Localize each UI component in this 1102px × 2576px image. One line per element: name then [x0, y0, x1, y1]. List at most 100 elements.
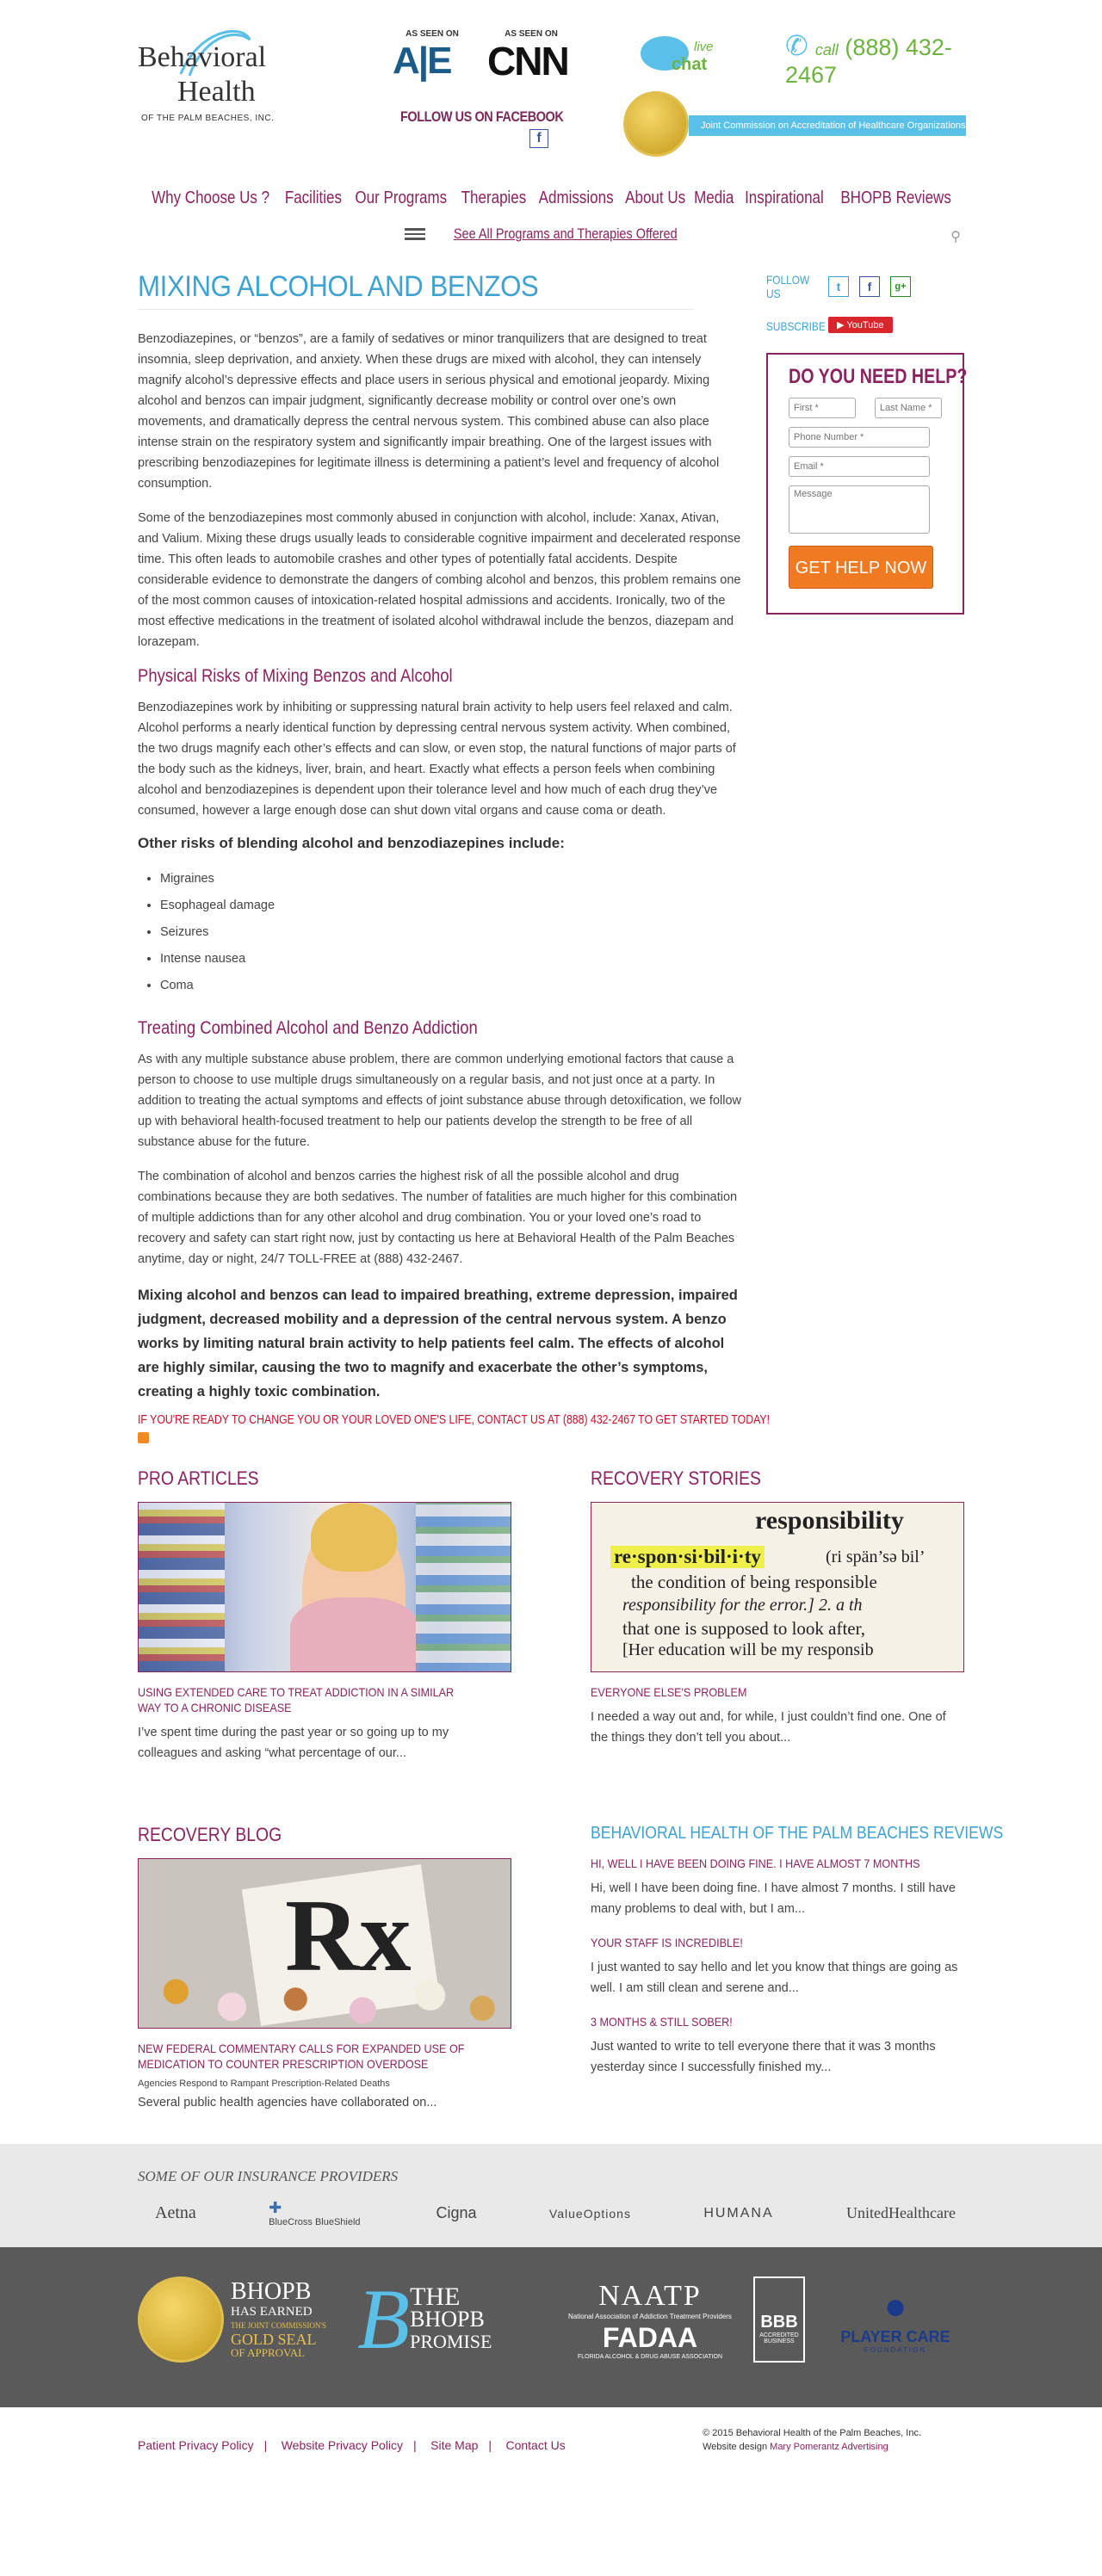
cnn-logo: CNN — [487, 39, 570, 83]
subscribe-label: SUBSCRIBE — [766, 319, 826, 333]
bbb-logo: BBB — [760, 2313, 798, 2332]
phone-field[interactable] — [789, 427, 930, 448]
dictionary-pronunciation: (ri spän’sə bil’ — [826, 1547, 926, 1566]
message-field[interactable] — [789, 485, 930, 534]
nav-bhopb-reviews[interactable]: BHOPB Reviews — [840, 188, 950, 208]
nav-our-programs[interactable]: Our Programs — [355, 188, 447, 208]
nav-therapies[interactable]: Therapies — [461, 188, 526, 208]
pro-articles-section: PRO ARTICLES USING EXTENDED CARE TO TREA… — [138, 1467, 511, 1764]
recovery-story-image[interactable]: responsibility re·spon·si·bil·i·ty (ri s… — [591, 1502, 964, 1672]
player-care-logo[interactable]: ● PLAYER CARE FOUNDATION — [826, 2285, 964, 2354]
risks-list: Migraines Esophageal damage Seizures Int… — [160, 866, 742, 999]
nav-about-us[interactable]: About Us — [625, 188, 685, 208]
pro-article-title-link[interactable]: USING EXTENDED CARE TO TREAT ADDICTION I… — [138, 1684, 474, 1715]
footer-link-website-privacy[interactable]: Website Privacy Policy — [282, 2438, 403, 2452]
nav-media[interactable]: Media — [694, 188, 734, 208]
review-text: I just wanted to say hello and let you k… — [591, 1961, 958, 1995]
phone-number[interactable]: ✆ call (888) 432-2467 — [785, 29, 964, 89]
gold-seal-award[interactable]: BHOPB HAS EARNED THE JOINT COMMISSION'S … — [138, 2276, 336, 2363]
copyright-text: © 2015 Behavioral Health of the Palm Bea… — [703, 2428, 921, 2438]
list-item: Coma — [160, 973, 742, 999]
first-name-field[interactable] — [789, 398, 856, 418]
facebook-icon[interactable]: f — [859, 276, 880, 297]
review-title-link[interactable]: 3 MONTHS & STILL SOBER! — [591, 2014, 927, 2029]
blog-title-link[interactable]: NEW FEDERAL COMMENTARY CALLS FOR EXPANDE… — [138, 2041, 474, 2072]
youtube-button[interactable]: ▶ YouTube — [828, 316, 893, 333]
review-title-link[interactable]: HI, WELL I HAVE BEEN DOING FINE. I HAVE … — [591, 1856, 927, 1871]
nav-admissions[interactable]: Admissions — [538, 188, 613, 208]
rss-icon[interactable] — [138, 1432, 149, 1443]
fadaa-subtitle: FLORIDA ALCOHOL & DRUG ABUSE ASSOCIATION — [577, 2353, 723, 2360]
unitedhealthcare-logo: UnitedHealthcare — [846, 2204, 956, 2221]
recovery-blog-image[interactable]: Rx — [138, 1858, 511, 2029]
design-prefix: Website design — [703, 2442, 768, 2452]
footer-link-contact-us[interactable]: Contact Us — [505, 2438, 565, 2452]
bhopb-label: BHOPB — [231, 2278, 312, 2305]
recovery-story-title-link[interactable]: EVERYONE ELSE'S PROBLEM — [591, 1684, 927, 1700]
call-label: call — [814, 41, 839, 59]
see-all-programs-link[interactable]: See All Programs and Therapies Offered — [454, 215, 678, 253]
twitter-icon[interactable]: t — [828, 276, 849, 297]
article-paragraph: The combination of alcohol and benzos ca… — [138, 1170, 738, 1266]
live-chat-button[interactable]: live chat — [637, 34, 732, 83]
section-heading: RECOVERY BLOG — [138, 1824, 282, 1845]
email-field[interactable] — [789, 456, 930, 477]
search-icon[interactable]: ⚲ — [950, 219, 961, 256]
review-title-link[interactable]: YOUR STAFF IS INCREDIBLE! — [591, 1935, 927, 1950]
article-paragraph: Benzodiazepines, or “benzos”, are a fami… — [138, 332, 720, 491]
get-help-now-button[interactable]: GET HELP NOW — [789, 546, 933, 589]
programs-bar: See All Programs and Therapies Offered ⚲ — [138, 215, 964, 253]
player-figure-icon: ● — [883, 2285, 907, 2327]
promise-b-logo: B — [357, 2271, 411, 2367]
gold-seal-icon — [138, 2276, 224, 2363]
nav-inspirational[interactable]: Inspirational — [745, 188, 824, 208]
hamburger-icon[interactable] — [405, 228, 426, 240]
contact-cta-link[interactable]: IF YOU'RE READY TO CHANGE YOU OR YOUR LO… — [138, 1412, 770, 1427]
nav-why-choose-us[interactable]: Why Choose Us ? — [152, 188, 269, 208]
main-nav: Why Choose Us ? Facilities Our Programs … — [138, 181, 964, 215]
follow-us-label: FOLLOW US — [766, 273, 810, 300]
google-plus-icon[interactable]: g+ — [890, 276, 911, 297]
recovery-story-excerpt: I needed a way out and, for while, I jus… — [591, 1710, 946, 1745]
list-item: Esophageal damage — [160, 893, 742, 919]
section-heading: PRO ARTICLES — [138, 1467, 259, 1489]
dictionary-entry: re·spon·si·bil·i·ty — [610, 1546, 765, 1568]
player-care-label: PLAYER CARE — [840, 2328, 950, 2345]
dictionary-definition: the condition of being responsible — [631, 1572, 877, 1592]
bbb-badge[interactable]: BBB ACCREDITED BUSINESS — [753, 2276, 805, 2363]
phone-value: (888) 432-2467 — [785, 34, 952, 88]
follow-facebook-link[interactable]: FOLLOW US ON FACEBOOK — [400, 108, 564, 126]
dictionary-headword: responsibility — [755, 1506, 904, 1535]
fadaa-logo: FADAA — [602, 2321, 698, 2353]
naatp-fadaa-logos[interactable]: NAATP National Association of Addiction … — [568, 2280, 732, 2360]
section-heading: Treating Combined Alcohol and Benzo Addi… — [138, 1018, 478, 1038]
last-name-field[interactable] — [875, 398, 942, 418]
aetna-logo: Aetna — [155, 2203, 196, 2222]
reviews-section: BEHAVIORAL HEALTH OF THE PALM BEACHES RE… — [591, 1824, 1003, 2113]
joint-commission-badge[interactable]: Joint Commission on Accreditation of Hea… — [623, 91, 966, 157]
logo-text-3: OF THE PALM BEACHES, INC. — [141, 114, 275, 123]
dictionary-definition: [Her education will be my responsib — [622, 1640, 874, 1659]
promise-text: PROMISE — [410, 2331, 492, 2352]
footer-separator: | — [488, 2438, 492, 2452]
humana-logo: HUMANA — [703, 2205, 774, 2221]
footer-link-patient-privacy[interactable]: Patient Privacy Policy — [138, 2438, 254, 2452]
facebook-icon[interactable]: f — [529, 129, 548, 148]
nav-facilities[interactable]: Facilities — [285, 188, 342, 208]
bhopb-promise[interactable]: B THE BHOPB PROMISE — [357, 2276, 547, 2363]
blog-subtitle: Agencies Respond to Rampant Prescription… — [138, 2079, 390, 2089]
article-paragraph: As with any multiple substance abuse pro… — [138, 1053, 741, 1149]
insurance-label: SOME OF OUR INSURANCE PROVIDERS — [138, 2168, 399, 2184]
designer-link[interactable]: Mary Pomerantz Advertising — [770, 2442, 888, 2452]
section-heading: Physical Risks of Mixing Benzos and Alco… — [138, 666, 453, 686]
accreditation-banner: BHOPB HAS EARNED THE JOINT COMMISSION'S … — [0, 2247, 1102, 2407]
page-title: MIXING ALCOHOL AND BENZOS — [138, 270, 694, 310]
site-logo[interactable]: Behavioral Health OF THE PALM BEACHES, I… — [138, 22, 293, 126]
bbb-subtitle: ACCREDITED BUSINESS — [759, 2332, 799, 2344]
help-form: DO YOU NEED HELP? GET HELP NOW — [766, 353, 967, 615]
footer-link-site-map[interactable]: Site Map — [430, 2438, 478, 2452]
article-summary: Mixing alcohol and benzos can lead to im… — [138, 1288, 738, 1399]
pro-article-image[interactable] — [138, 1502, 511, 1672]
site-header: Behavioral Health OF THE PALM BEACHES, I… — [138, 0, 966, 181]
article-paragraph: Benzodiazepines work by inhibiting or su… — [138, 701, 736, 818]
